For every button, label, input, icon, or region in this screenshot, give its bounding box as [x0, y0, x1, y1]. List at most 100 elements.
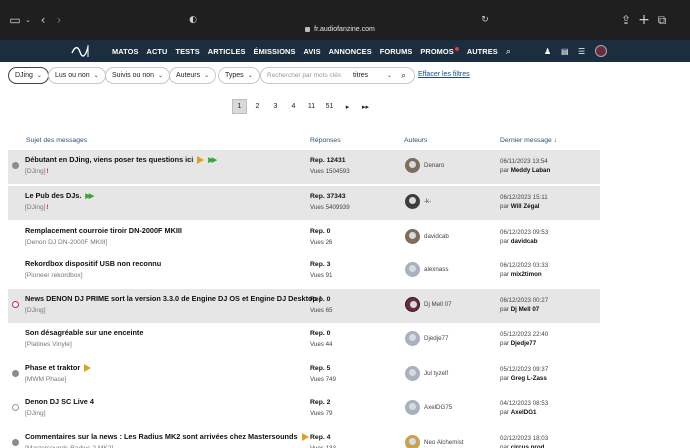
table-row[interactable]: News DENON DJ PRIME sort la version 3.3.…	[8, 289, 600, 323]
author-name[interactable]: davidcab	[424, 233, 449, 240]
sidebar-chevron-icon[interactable]: ⌄	[24, 0, 32, 40]
page-1[interactable]: 1	[232, 99, 247, 114]
author-avatar[interactable]	[405, 194, 420, 209]
keyword-search[interactable]: Rechercher par mots clés titres ⌄ ⌕	[260, 67, 415, 84]
author-name[interactable]: Neo Alchemist	[424, 439, 464, 446]
filter-types[interactable]: Types ⌄	[218, 67, 260, 84]
forward-icon[interactable]: ›	[54, 0, 64, 40]
author-name[interactable]: Djedje77	[424, 335, 448, 342]
messages-icon[interactable]: ▤	[561, 40, 569, 62]
topic-title[interactable]: Commentaires sur la news : Les Radius MK…	[25, 432, 309, 441]
share-icon[interactable]: ⇪	[620, 0, 632, 40]
last-message-user[interactable]: Meddy Laban	[511, 167, 551, 174]
chevron-down-icon: ⌄	[387, 73, 393, 79]
author-avatar[interactable]	[405, 262, 420, 277]
author-name[interactable]: -k-	[424, 198, 431, 205]
author-avatar[interactable]	[405, 400, 420, 415]
topic-title[interactable]: Denon DJ SC Live 4	[25, 397, 94, 406]
nav-forums[interactable]: FORUMS	[380, 47, 413, 56]
last-message-user[interactable]: Will Zégal	[511, 203, 540, 210]
last-message-user[interactable]: Greg L-Zass	[511, 375, 547, 382]
filter-djing[interactable]: DJing ⌄	[8, 67, 49, 84]
reload-icon[interactable]: ↻	[480, 0, 490, 40]
search-icon[interactable]: ⌕	[506, 46, 511, 57]
author-avatar[interactable]	[405, 297, 420, 312]
page-3[interactable]: 3	[268, 99, 283, 114]
table-row[interactable]: Rekordbox dispositif USB non reconnu [Pio…	[8, 254, 600, 288]
topic-title[interactable]: News DENON DJ PRIME sort la version 3.3.…	[25, 294, 321, 303]
author-name[interactable]: Dj Mell 07	[424, 301, 452, 308]
menu-list-icon[interactable]: ☰	[578, 40, 585, 62]
author-avatar[interactable]	[405, 435, 420, 448]
view-count: Vues 749	[310, 376, 336, 383]
author-name[interactable]: alexnass	[424, 266, 448, 273]
author-name[interactable]: AxelDG75	[424, 404, 452, 411]
table-row[interactable]: Son désagréable sur une enceinte [Platine…	[8, 323, 600, 357]
filter-read-status[interactable]: Lus ou non ⌄	[48, 67, 106, 84]
table-row[interactable]: Débutant en DJing, viens poser tes quest…	[8, 150, 600, 184]
topic-title[interactable]: Remplacement courroie tiroir DN-2000F MK…	[25, 226, 182, 235]
nav-tests[interactable]: TESTS	[175, 47, 199, 56]
last-message-user[interactable]: mix2timon	[511, 271, 542, 278]
view-count: Vues 91	[310, 272, 333, 279]
nav-emissions[interactable]: ÉMISSIONS	[254, 47, 296, 56]
last-page-button[interactable]: ▸▸	[358, 99, 373, 114]
audiofanzine-logo-icon[interactable]	[70, 42, 92, 60]
author-name[interactable]: Jul tyzelf	[424, 370, 448, 377]
table-row[interactable]: Le Pub des DJs. ▶▶ [DJing]! Rep. 37343 Vues …	[8, 186, 600, 220]
author-name[interactable]: Denaro	[424, 162, 444, 169]
topic-title-text: Phase et traktor	[25, 363, 81, 372]
header-last-message[interactable]: Dernier message ↓	[500, 137, 557, 144]
author-avatar[interactable]	[405, 229, 420, 244]
search-icon[interactable]: ⌕	[401, 70, 406, 81]
important-icon: !	[46, 204, 49, 211]
topic-title[interactable]: Débutant en DJing, viens poser tes quest…	[25, 155, 217, 164]
nav-promos[interactable]: PROMOS	[420, 46, 459, 56]
table-row[interactable]: Remplacement courroie tiroir DN-2000F MK…	[8, 221, 600, 255]
topic-category-text: [DJing]	[25, 410, 46, 417]
sidebar-toggle-icon[interactable]: ▭	[8, 0, 22, 40]
pagination: 1 2 3 4 11 51 ▸ ▸▸	[232, 99, 373, 114]
topic-title[interactable]: Le Pub des DJs. ▶▶	[25, 191, 94, 200]
last-message-user[interactable]: davidcab	[511, 238, 538, 245]
nav-annonces[interactable]: ANNONCES	[329, 47, 372, 56]
table-row[interactable]: Denon DJ SC Live 4 [DJing] Rep. 2 Vues 79 Ax…	[8, 392, 600, 426]
last-message-user[interactable]: Djedje77	[511, 340, 536, 347]
table-row[interactable]: Phase et traktor [MWM Phase] Rep. 5 Vues 74…	[8, 358, 600, 392]
nav-articles[interactable]: ARTICLES	[208, 47, 246, 56]
last-message-prefix: par	[500, 238, 509, 245]
topic-title[interactable]: Rekordbox dispositif USB non reconnu	[25, 259, 161, 268]
filter-authors[interactable]: Auteurs ⌄	[169, 67, 217, 84]
double-arrow-icon[interactable]: ▶▶	[208, 156, 217, 164]
author-avatar[interactable]	[405, 158, 420, 173]
back-icon[interactable]: ‹	[38, 0, 48, 40]
double-arrow-icon[interactable]: ▶▶	[85, 192, 94, 200]
notifications-icon[interactable]: ♟	[544, 40, 551, 62]
last-message-user[interactable]: circus prod	[511, 444, 545, 448]
page-51[interactable]: 51	[322, 99, 337, 114]
privacy-shield-icon[interactable]: ◐	[188, 0, 198, 40]
table-row[interactable]: Commentaires sur la news : Les Radius MK…	[8, 427, 600, 448]
address-bar[interactable]: fr.audiofanzine.com	[200, 21, 480, 37]
user-avatar[interactable]	[595, 45, 607, 57]
page-2[interactable]: 2	[250, 99, 265, 114]
nav-matos[interactable]: MATOS	[112, 47, 139, 56]
clear-filters-link[interactable]: Effacer les filtres	[418, 71, 470, 78]
nav-avis[interactable]: AVIS	[304, 47, 321, 56]
page-4[interactable]: 4	[286, 99, 301, 114]
topic-title[interactable]: Son désagréable sur une enceinte	[25, 328, 143, 337]
next-page-button[interactable]: ▸	[340, 99, 355, 114]
filter-followed[interactable]: Suivis ou non ⌄	[105, 67, 171, 84]
page-11[interactable]: 11	[304, 99, 319, 114]
nav-autres[interactable]: AUTRES	[467, 47, 498, 56]
author-avatar[interactable]	[405, 331, 420, 346]
author-avatar[interactable]	[405, 366, 420, 381]
last-message-user[interactable]: AxelDG1	[511, 409, 537, 416]
search-type-select[interactable]: titres	[353, 72, 368, 79]
last-message-user[interactable]: Dj Mell 07	[511, 306, 540, 313]
nav-actu[interactable]: ACTU	[147, 47, 168, 56]
topic-title[interactable]: Phase et traktor	[25, 363, 92, 372]
new-tab-icon[interactable]: +	[638, 0, 650, 40]
tab-overview-icon[interactable]: ⧉	[656, 0, 668, 40]
header-authors: Auteurs	[404, 137, 428, 144]
